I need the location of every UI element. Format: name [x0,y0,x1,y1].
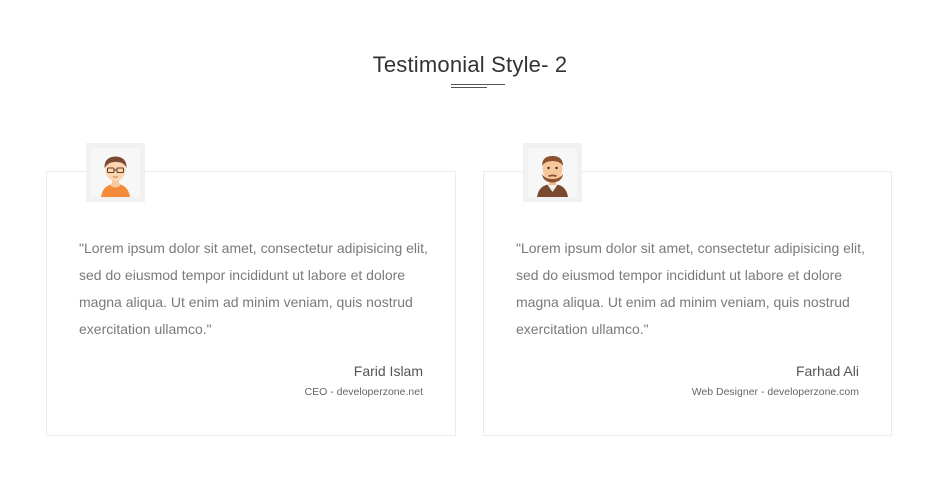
avatar [523,143,582,202]
author-name: Farhad Ali [795,363,859,379]
author-name: Farid Islam [353,363,423,379]
testimonial-card: "Lorem ipsum dolor sit amet, consectetur… [483,143,892,436]
underline-long [451,84,505,85]
title-underline [451,84,505,90]
underline-short [451,87,487,88]
testimonial-card: "Lorem ipsum dolor sit amet, consectetur… [46,143,456,436]
author-role: Web Designer - developerzone.com [691,386,859,398]
section-title: Testimonial Style- 2 [372,52,568,77]
avatar-beard-icon [528,148,577,197]
testimonial-quote: "Lorem ipsum dolor sit amet, consectetur… [516,240,865,337]
avatar [86,143,145,202]
testimonial-quote: "Lorem ipsum dolor sit amet, consectetur… [79,240,428,337]
avatar-glasses-icon [91,148,140,197]
author-role: CEO - developerzone.net [304,386,423,398]
